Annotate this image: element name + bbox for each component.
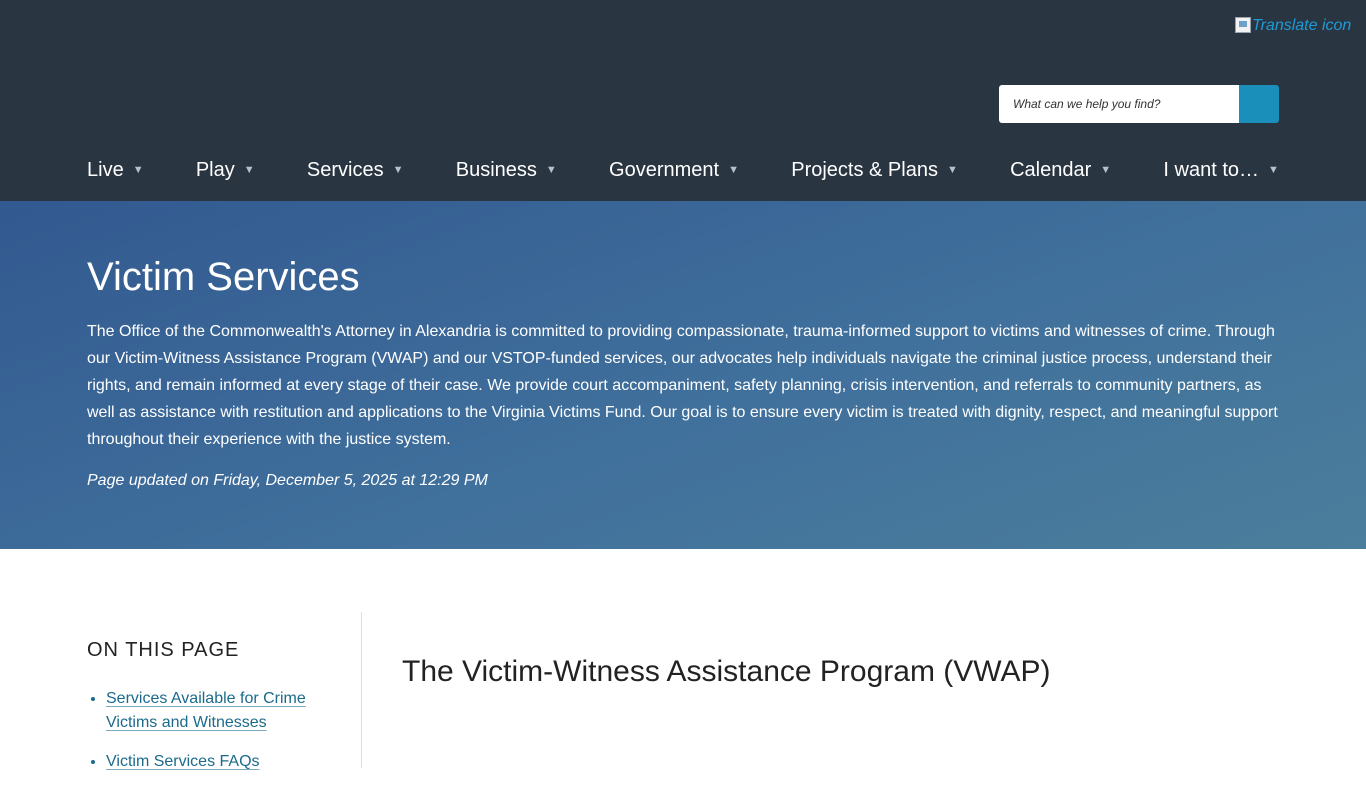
section-heading: The Victim-Witness Assistance Program (V… <box>402 655 1051 688</box>
list-item: Services Available for Crime Victims and… <box>106 687 336 735</box>
page-description: The Office of the Commonwealth's Attorne… <box>87 323 1278 448</box>
caret-down-icon: ▼ <box>1100 164 1112 176</box>
translate-link[interactable]: Translate icon <box>1235 17 1351 35</box>
search-button[interactable] <box>1239 85 1279 123</box>
translate-icon <box>1235 17 1251 33</box>
caret-down-icon: ▼ <box>132 164 144 176</box>
sidebar-link-faqs[interactable]: Victim Services FAQs <box>106 753 260 770</box>
caret-down-icon: ▼ <box>392 164 404 176</box>
nav-services[interactable]: Services ▼ <box>307 155 404 185</box>
nav-label: Play <box>195 158 235 181</box>
caret-down-icon: ▼ <box>728 164 739 176</box>
search-input[interactable] <box>999 85 1239 123</box>
translate-label: Translate icon <box>1252 17 1352 34</box>
hero-banner: Victim Services The Office of the Common… <box>0 201 1366 549</box>
on-this-page-sidebar: ON THIS PAGE Services Available for Crim… <box>87 612 362 770</box>
main-nav: Live ▼ Play ▼ Services ▼ Business ▼ Governme… <box>87 155 1279 185</box>
nav-label: Services <box>306 158 384 181</box>
caret-down-icon: ▼ <box>946 164 958 176</box>
sidebar-heading: ON THIS PAGE <box>87 639 240 661</box>
page-updated-date: Page updated on Friday, December 5, 2025… <box>87 472 488 489</box>
nav-play[interactable]: Play ▼ <box>196 155 255 185</box>
nav-label: Live <box>87 158 124 181</box>
caret-down-icon: ▼ <box>545 164 557 176</box>
nav-label: Government <box>609 158 720 181</box>
nav-government[interactable]: Government ▼ <box>609 155 739 185</box>
nav-calendar[interactable]: Calendar ▼ <box>1010 155 1111 185</box>
sidebar-link-list: Services Available for Crime Victims and… <box>106 687 336 789</box>
nav-projects-plans[interactable]: Projects & Plans ▼ <box>791 155 958 185</box>
nav-i-want-to[interactable]: I want to… ▼ <box>1163 155 1279 185</box>
nav-business[interactable]: Business ▼ <box>456 155 557 185</box>
caret-down-icon: ▼ <box>1268 164 1279 176</box>
nav-label: Business <box>455 158 537 181</box>
list-item: Victim Services FAQs <box>106 750 336 774</box>
caret-down-icon: ▼ <box>243 164 255 176</box>
sidebar-link-services-available[interactable]: Services Available for Crime Victims and… <box>106 690 306 731</box>
site-header: Translate icon Live ▼ Play ▼ Services ▼ Bus… <box>0 0 1366 201</box>
nav-label: Calendar <box>1010 158 1092 181</box>
nav-label: I want to… <box>1163 158 1260 181</box>
nav-label: Projects & Plans <box>791 158 938 181</box>
nav-live[interactable]: Live ▼ <box>87 155 144 185</box>
search-bar <box>999 85 1279 123</box>
page-title: Victim Services <box>87 255 360 299</box>
